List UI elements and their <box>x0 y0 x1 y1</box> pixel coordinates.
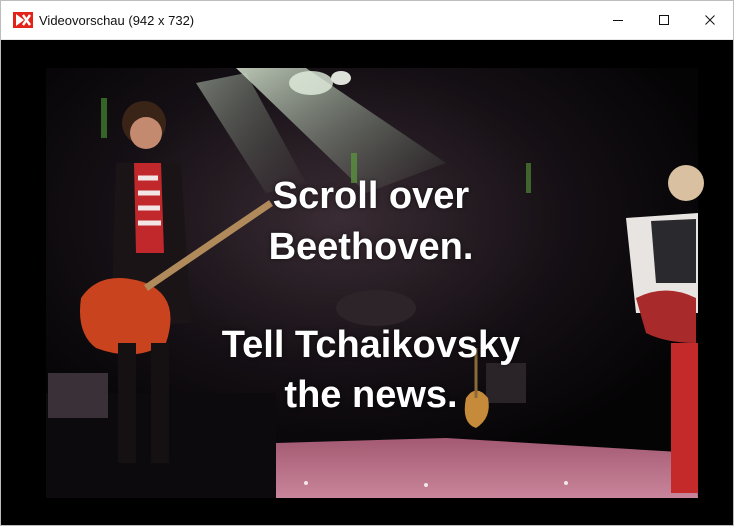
window-controls <box>595 1 733 39</box>
subtitle-line-2: Beethoven. <box>268 226 474 268</box>
title-bar[interactable]: Videovorschau (942 x 732) <box>1 1 733 40</box>
minimize-icon <box>612 14 624 26</box>
app-logo-icon <box>13 12 33 28</box>
window-title: Videovorschau (942 x 732) <box>39 12 195 28</box>
video-frame-image <box>46 68 704 498</box>
close-button[interactable] <box>687 1 733 39</box>
video-preview[interactable]: Scroll over Beethoven. Tell Tchaikovsky … <box>6 43 730 521</box>
minimize-button[interactable] <box>595 1 641 39</box>
preview-window: Videovorschau (942 x 732) Scroll over Be… <box>0 0 734 526</box>
subtitle-line-3: Tell Tchaikovsky <box>221 324 521 366</box>
close-icon <box>704 14 716 26</box>
subtitle-line-4: the news. <box>284 374 458 416</box>
subtitle-line-1: Scroll over <box>272 175 470 217</box>
maximize-button[interactable] <box>641 1 687 39</box>
maximize-icon <box>658 14 670 26</box>
